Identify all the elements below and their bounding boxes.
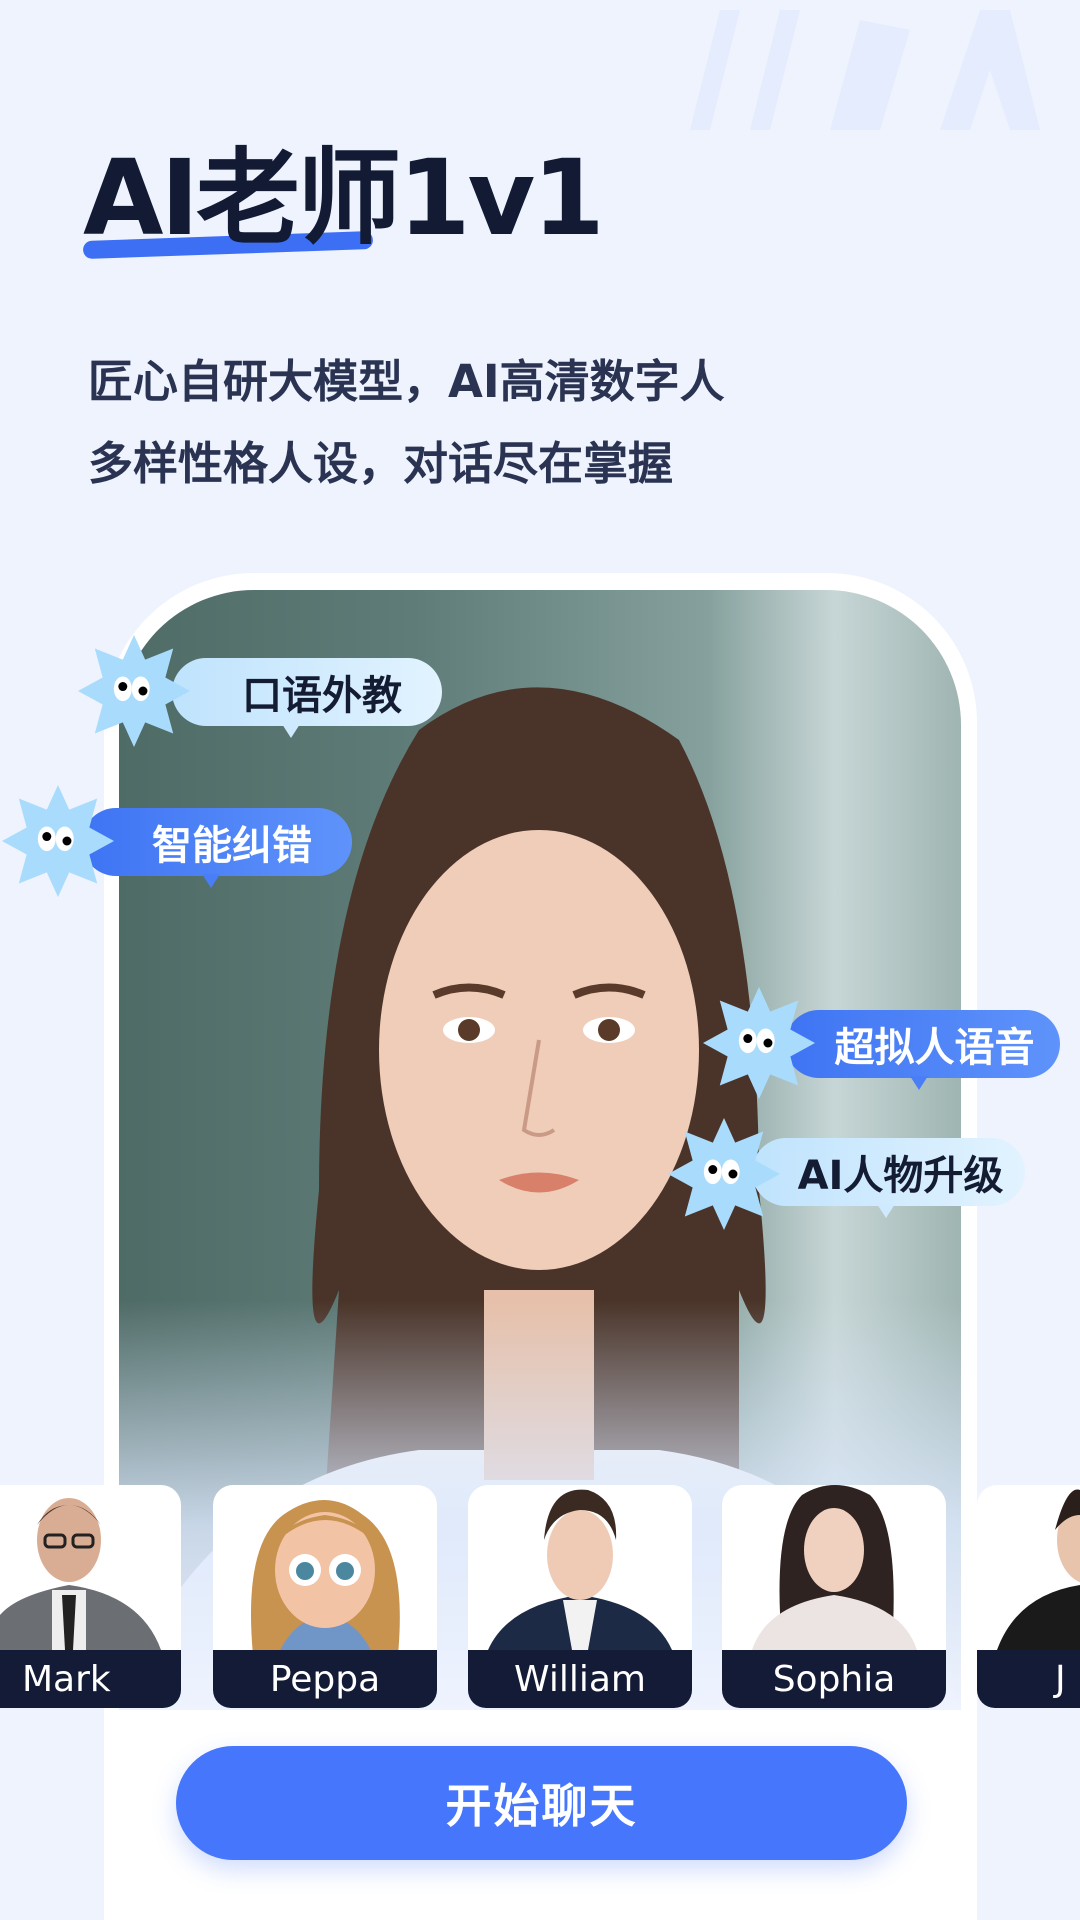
character-name: William xyxy=(514,1658,646,1700)
feature-bubble-smart-correction: 智能纠错 xyxy=(82,808,352,888)
feature-bubble-human-voice: 超拟人语音 xyxy=(785,1010,1060,1090)
character-carousel[interactable]: Mark Peppa William Sophia J xyxy=(0,1485,1080,1708)
character-card-mark[interactable]: Mark xyxy=(0,1485,181,1708)
mascot-star-icon xyxy=(78,635,190,747)
character-name: Peppa xyxy=(269,1658,381,1700)
feature-bubble-oral-teacher: 口语外教 xyxy=(172,658,442,738)
subtitle-line-2: 多样性格人设，对话尽在掌握 xyxy=(88,437,674,490)
character-card-peppa[interactable]: Peppa xyxy=(213,1485,437,1708)
character-name: Mark xyxy=(22,1658,111,1700)
subtitle-line-1: 匠心自研大模型，AI高清数字人 xyxy=(88,355,725,408)
character-card-william[interactable]: William xyxy=(468,1485,692,1708)
mascot-star-icon xyxy=(2,785,114,897)
decorative-watermark xyxy=(690,10,1040,130)
character-name: J xyxy=(1055,1658,1066,1700)
header: AI老师1v1 xyxy=(83,137,605,259)
character-card-j[interactable]: J xyxy=(977,1485,1080,1708)
feature-label: 超拟人语音 xyxy=(834,1025,1035,1071)
feature-bubble-ai-character-upgrade: AI人物升级 xyxy=(752,1138,1025,1218)
page-title: AI老师1v1 xyxy=(83,137,605,259)
feature-label: 智能纠错 xyxy=(152,823,312,869)
feature-label: AI人物升级 xyxy=(797,1153,1004,1199)
mascot-star-icon xyxy=(668,1118,780,1230)
mascot-star-icon xyxy=(703,987,815,1099)
character-card-sophia[interactable]: Sophia xyxy=(722,1485,946,1708)
start-chat-button[interactable]: 开始聊天 xyxy=(176,1746,907,1860)
feature-label: 口语外教 xyxy=(242,673,402,719)
character-name: Sophia xyxy=(772,1658,896,1700)
